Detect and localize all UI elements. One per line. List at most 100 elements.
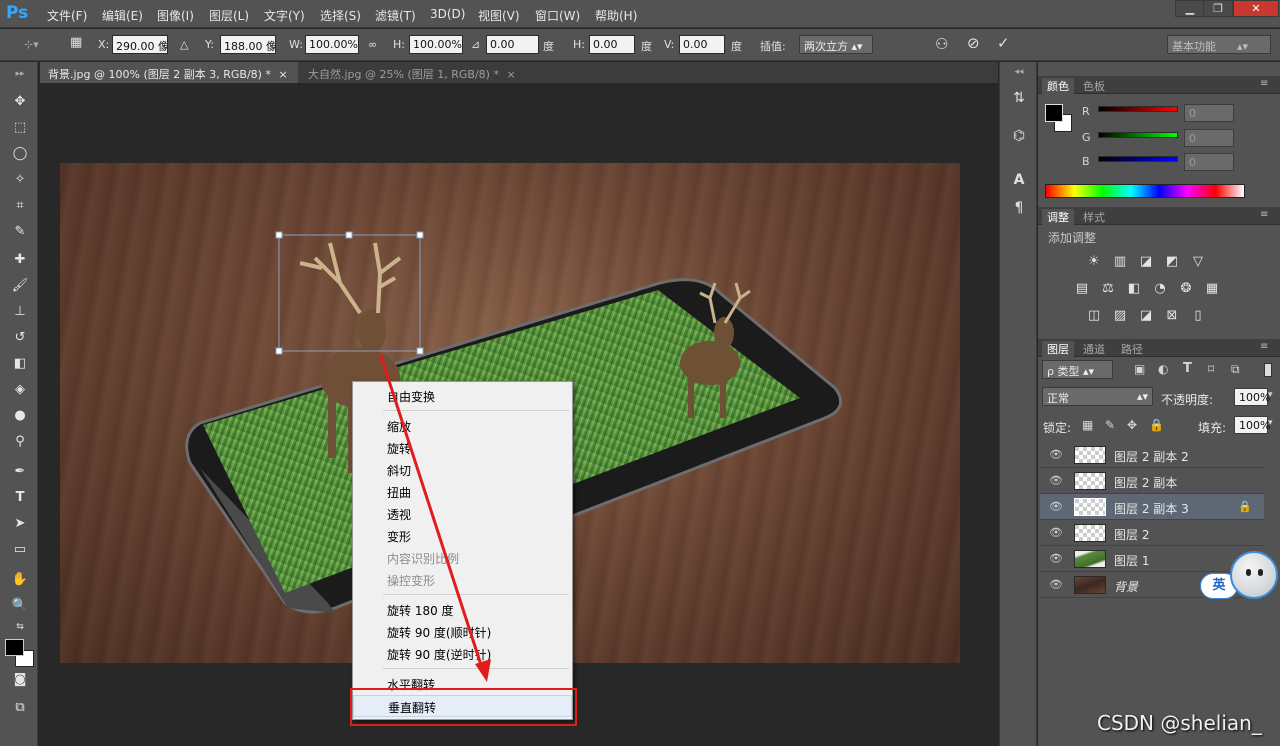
magic-wand-tool-icon[interactable]: ✧ (10, 171, 30, 189)
path-selection-tool-icon[interactable]: ➤ (10, 515, 30, 533)
eye-icon[interactable]: 👁 (1049, 578, 1063, 591)
crop-tool-icon[interactable]: ⌗ (10, 197, 30, 215)
hskew-field[interactable]: 0.00 (589, 35, 635, 54)
g-value-field[interactable]: 0 (1184, 129, 1234, 147)
invert-icon[interactable]: ◫ (1085, 308, 1103, 324)
character-panel-icon[interactable]: A (1009, 170, 1029, 190)
fg-color-chip[interactable] (1045, 104, 1063, 122)
eye-icon[interactable]: 👁 (1049, 552, 1063, 565)
menu-type[interactable]: 文字(Y) (264, 7, 305, 24)
gradient-map-icon[interactable]: ▯ (1189, 308, 1207, 324)
menu-rotate-180[interactable]: 旋转 180 度 (353, 599, 572, 621)
exposure-icon[interactable]: ◩ (1163, 254, 1181, 270)
foreground-color-swatch[interactable] (5, 639, 24, 656)
levels-icon[interactable]: ▥ (1111, 254, 1129, 270)
tab-paths[interactable]: 路径 (1116, 341, 1148, 357)
menu-image[interactable]: 图像(I) (157, 7, 194, 24)
eraser-tool-icon[interactable]: ◧ (10, 355, 30, 373)
history-panel-icon[interactable]: ⇅ (1009, 88, 1029, 108)
reference-point-icon[interactable]: ▦ (70, 35, 82, 50)
cancel-transform-icon[interactable]: ⊘ (967, 34, 980, 52)
menu-select[interactable]: 选择(S) (320, 7, 361, 24)
layer-row-selected[interactable]: 👁 图层 2 副本 3 🔒 (1040, 494, 1264, 520)
menu-layer[interactable]: 图层(L) (209, 7, 249, 24)
commit-transform-icon[interactable]: ✓ (997, 34, 1010, 52)
brightness-contrast-icon[interactable]: ☀ (1085, 254, 1103, 270)
panel-menu-icon[interactable]: ≡ (1260, 341, 1268, 352)
hue-saturation-icon[interactable]: ▤ (1073, 281, 1091, 297)
lock-transparent-icon[interactable]: ▦ (1082, 418, 1093, 432)
curves-icon[interactable]: ◪ (1137, 254, 1155, 270)
brush-tool-icon[interactable]: 🖌 (10, 277, 30, 295)
r-slider[interactable] (1098, 106, 1178, 112)
menu-filter[interactable]: 滤镜(T) (375, 7, 416, 24)
tab-background-jpg[interactable]: 背景.jpg @ 100% (图层 2 副本 3, RGB/8) * × (40, 62, 298, 83)
paragraph-panel-icon[interactable]: ¶ (1009, 198, 1029, 218)
menu-warp[interactable]: 变形 (353, 525, 572, 547)
filter-toggle[interactable] (1264, 363, 1272, 377)
properties-panel-icon[interactable]: ⌬ (1009, 126, 1029, 146)
collapse-tools-icon[interactable]: ▸▸ (10, 65, 30, 83)
eyedropper-tool-icon[interactable]: ✎ (10, 223, 30, 241)
menu-rotate-90-ccw[interactable]: 旋转 90 度(逆时针) (353, 643, 572, 665)
color-spectrum-bar[interactable] (1045, 184, 1245, 198)
y-field[interactable]: 188.00 像素 (220, 35, 276, 54)
menu-distort[interactable]: 扭曲 (353, 481, 572, 503)
tab-nature-jpg[interactable]: 大自然.jpg @ 25% (图层 1, RGB/8) * × (300, 62, 518, 83)
tab-adjustments[interactable]: 调整 (1042, 209, 1074, 225)
filter-shape-icon[interactable]: ⌑ (1208, 362, 1214, 376)
zoom-tool-icon[interactable]: 🔍 (10, 597, 30, 615)
restore-icon[interactable]: ❐ (1203, 0, 1233, 17)
fill-field[interactable]: 100% (1234, 416, 1270, 434)
tab-channels[interactable]: 通道 (1078, 341, 1110, 357)
clone-stamp-tool-icon[interactable]: ⊥ (10, 303, 30, 321)
eye-icon[interactable]: 👁 (1049, 474, 1063, 487)
x-field[interactable]: 290.00 像素 (112, 35, 168, 54)
type-tool-icon[interactable]: T (10, 489, 30, 507)
screen-mode-icon[interactable]: ⧉ (10, 699, 30, 717)
posterize-icon[interactable]: ▨ (1111, 308, 1129, 324)
eye-icon[interactable]: 👁 (1049, 526, 1063, 539)
ime-mascot-icon[interactable] (1230, 551, 1278, 599)
black-white-icon[interactable]: ◧ (1125, 281, 1143, 297)
menu-scale[interactable]: 缩放 (353, 415, 572, 437)
link-icon[interactable]: ∞ (368, 38, 377, 51)
menu-file[interactable]: 文件(F) (47, 7, 87, 24)
tab-close-icon[interactable]: × (506, 68, 515, 81)
rectangle-tool-icon[interactable]: ▭ (10, 541, 30, 559)
menu-free-transform[interactable]: 自由变换 (353, 385, 572, 407)
eye-icon[interactable]: 👁 (1049, 500, 1063, 513)
selective-color-icon[interactable]: ⊠ (1163, 308, 1181, 324)
blur-tool-icon[interactable]: ● (10, 407, 30, 425)
eye-icon[interactable]: 👁 (1049, 448, 1063, 461)
color-balance-icon[interactable]: ⚖ (1099, 281, 1117, 297)
workspace-select[interactable]: 基本功能 ▴▾ (1167, 35, 1271, 54)
expand-panels-icon[interactable]: ◂◂ (1009, 62, 1029, 82)
lock-pixels-icon[interactable]: ✎ (1105, 418, 1115, 432)
tab-styles[interactable]: 样式 (1078, 209, 1110, 225)
opacity-field[interactable]: 100% (1234, 388, 1270, 406)
b-value-field[interactable]: 0 (1184, 153, 1234, 171)
tab-layers[interactable]: 图层 (1042, 341, 1074, 357)
menu-skew[interactable]: 斜切 (353, 459, 572, 481)
hand-tool-icon[interactable]: ✋ (10, 571, 30, 589)
layer-kind-filter[interactable]: ρ 类型 ▴▾ (1042, 360, 1113, 379)
opacity-dropdown-icon[interactable]: ▾ (1268, 390, 1273, 400)
swap-colors-icon[interactable]: ⇆ (10, 618, 30, 636)
tab-close-icon[interactable]: × (278, 68, 287, 81)
layer-row[interactable]: 👁 图层 2 (1040, 520, 1264, 546)
lock-all-icon[interactable]: 🔒 (1149, 418, 1164, 432)
h-field[interactable]: 100.00% (409, 35, 463, 54)
g-slider[interactable] (1098, 132, 1178, 138)
color-lookup-icon[interactable]: ▦ (1203, 281, 1221, 297)
close-window-icon[interactable]: ✕ (1233, 0, 1279, 17)
tab-swatches[interactable]: 色板 (1078, 78, 1110, 94)
relative-position-icon[interactable]: △ (180, 38, 188, 51)
minimize-icon[interactable]: ▁ (1175, 0, 1205, 17)
filter-pixel-icon[interactable]: ▣ (1134, 362, 1145, 376)
interp-select[interactable]: 两次立方 ▴▾ (799, 35, 873, 54)
menu-edit[interactable]: 编辑(E) (102, 7, 143, 24)
lock-position-icon[interactable]: ✥ (1127, 418, 1137, 432)
marquee-tool-icon[interactable]: ⬚ (10, 119, 30, 137)
panel-menu-icon[interactable]: ≡ (1260, 78, 1268, 89)
